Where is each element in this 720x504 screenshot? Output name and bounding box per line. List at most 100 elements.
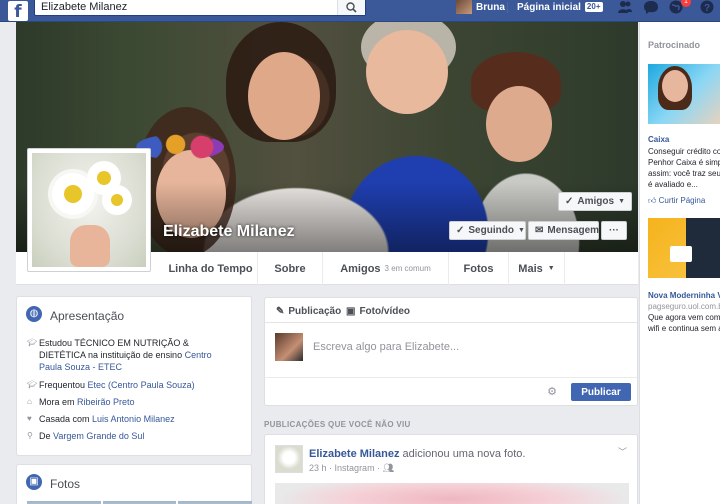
ad-title-link[interactable]: Nova Moderninha V [648,291,720,300]
graduation-cap-icon: 🎓︎ [27,380,38,389]
check-icon: ✓ [456,225,465,236]
composer: Escreva algo para Elizabete... [264,322,638,377]
notification-badge: 1 [681,0,691,7]
help-icon[interactable]: ? [700,0,716,14]
avatar [456,0,472,14]
audience-friends-icon[interactable]: 👥︎ [383,463,394,473]
publish-button[interactable]: Publicar [571,383,631,401]
tab-label: Sobre [274,262,306,275]
message-button[interactable]: ✉ Mensagem [528,221,599,240]
ad-brand-link[interactable]: Caixa [648,135,669,144]
photos-title[interactable]: Fotos [50,477,80,491]
profile-link[interactable]: Bruna [456,0,505,14]
avatar [275,333,303,361]
post-timestamp[interactable]: 23 h [309,463,327,473]
home-link[interactable]: Página inicial 20+ [517,0,603,14]
tab-timeline[interactable]: Linha do Tempo [164,252,258,285]
search-input-value[interactable]: Elizabete Milanez [41,1,127,13]
ad-text: Penhor Caixa é simp [648,158,720,167]
ad-image[interactable] [648,64,720,124]
post-source[interactable]: Instagram [335,463,375,473]
mutual-friends-count: 3 em comum [384,264,431,273]
like-page-button[interactable]: 👍︎ Curtir Página [648,196,705,206]
profile-photo-daisies [32,153,146,267]
profile-name[interactable]: Elizabete Milanez [163,223,295,241]
pencil-icon: ✎ [276,305,285,317]
post-author-link[interactable]: Elizabete Milanez [309,448,399,460]
tab-label: Amigos [340,262,381,275]
tab-label: Fotos [463,262,494,275]
friend-requests-icon[interactable] [617,0,633,14]
post-photo[interactable] [275,483,629,504]
facebook-logo-icon[interactable]: f [8,1,28,22]
home-label: Página inicial [517,1,581,13]
messages-icon[interactable] [643,0,659,14]
top-navigation-bar: f Elizabete Milanez Bruna Página inicial… [0,0,720,22]
photo-icon: ▣ [26,474,42,490]
tab-label: Linha do Tempo [168,262,253,275]
gear-icon[interactable]: ⚙ [547,385,557,398]
post-action: adicionou uma nova foto. [399,448,526,460]
location-pin-icon: ⚲ [27,431,33,440]
chevron-down-icon: ▼ [517,227,525,234]
intro-school: 🎓︎ Frequentou Etec (Centro Paula Souza) [27,380,195,390]
photos-card: ▣ Fotos [16,464,253,504]
friends-button[interactable]: ✓ Amigos ▼ [558,192,632,211]
svg-text:?: ? [704,3,710,14]
intro-from: ⚲ De Vargem Grande do Sul [27,431,145,441]
avatar[interactable] [275,445,303,473]
globe-icon: ◍ [26,306,42,322]
tab-publication[interactable]: ✎ Publicação [276,298,341,324]
spouse-link[interactable]: Luis Antonio Milanez [92,414,175,424]
heart-icon: ♥ [27,414,32,423]
divider [507,2,508,13]
following-button[interactable]: ✓ Seguindo ▼ [449,221,526,240]
section-label: PUBLICAÇÕES QUE VOCÊ NÃO VIU [264,420,411,429]
intro-education: 🎓︎ Estudou TÉCNICO EM NUTRIÇÃO & DIETÉTI… [27,338,212,372]
ad-text: wifi e continua sem a [648,324,720,333]
school-link[interactable]: Etec (Centro Paula Souza) [88,380,195,390]
composer-tabs: ✎ Publicação ▣ Foto/vídeo [264,297,638,323]
intro-relationship: ♥ Casada com Luis Antonio Milanez [27,414,175,424]
ad-image[interactable] [648,218,720,278]
ad-text: é avaliado e... [648,180,698,189]
message-button-label: Mensagem [547,225,600,236]
composer-footer: ⚙ Publicar [264,377,638,406]
tab-label: Mais [518,262,543,275]
profile-picture[interactable] [27,148,151,272]
following-button-label: Seguindo [468,225,514,236]
user-name: Bruna [476,1,505,13]
intro-card: ◍ Apresentação 🎓︎ Estudou TÉCNICO EM NUT… [16,296,252,456]
home-icon: ⌂ [27,397,32,406]
ad-text: assim: você traz seu [648,169,720,178]
message-icon: ✉ [535,225,544,236]
chevron-down-icon[interactable]: ﹀ [618,445,627,458]
graduation-cap-icon: 🎓︎ [27,338,38,347]
tab-about[interactable]: Sobre [258,252,323,285]
more-options-label: ··· [609,225,619,236]
tab-photo-video[interactable]: ▣ Foto/vídeo [346,298,410,324]
search-button[interactable] [337,0,365,15]
intro-title: Apresentação [50,309,125,323]
sponsored-title: Patrocinado [648,40,701,50]
tab-photos[interactable]: Fotos [449,252,509,285]
ad-text: Conseguir crédito co [648,147,720,156]
composer-input[interactable]: Escreva algo para Elizabete... [313,341,459,353]
post-card: Elizabete Milanez adicionou uma nova fot… [264,434,638,504]
sponsored-sidebar: Patrocinado Caixa Conseguir crédito co P… [639,22,720,504]
camera-icon: ▣ [346,305,356,317]
friends-button-label: Amigos [577,196,615,207]
thumbs-up-icon: 👍︎ [648,196,657,205]
more-options-button[interactable]: ··· [601,221,627,240]
hometown-link[interactable]: Vargem Grande do Sul [53,431,144,441]
ad-text: Que agora vem com [648,313,720,322]
chevron-down-icon: ▼ [618,198,625,205]
search-icon [346,2,357,13]
city-link[interactable]: Ribeirão Preto [77,397,135,407]
tab-more[interactable]: Mais ▼ [509,252,565,285]
chevron-down-icon: ▼ [547,265,555,272]
search-input[interactable]: Elizabete Milanez [34,0,366,16]
check-icon: ✓ [565,196,574,207]
intro-lives-in: ⌂ Mora em Ribeirão Preto [27,397,135,407]
tab-friends[interactable]: Amigos 3 em comum [323,252,449,285]
